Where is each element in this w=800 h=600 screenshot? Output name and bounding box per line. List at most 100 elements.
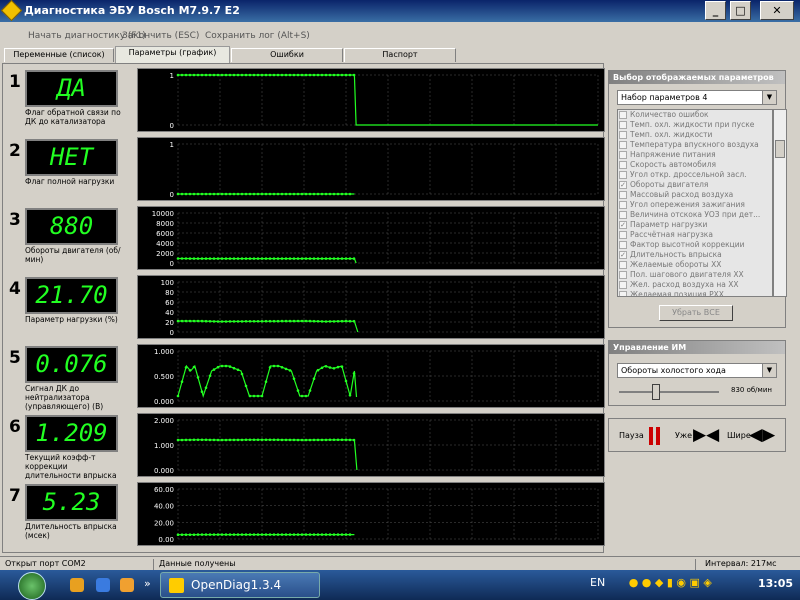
checkbox[interactable]: [619, 271, 627, 279]
slider-track[interactable]: [619, 391, 719, 393]
checkbox[interactable]: [619, 111, 627, 119]
param-list-item[interactable]: Количество ошибок: [618, 110, 772, 120]
checkbox[interactable]: [619, 201, 627, 209]
checkbox[interactable]: [619, 151, 627, 159]
checkbox[interactable]: [619, 121, 627, 129]
pause-icon[interactable]: [647, 427, 663, 445]
checkbox[interactable]: [619, 171, 627, 179]
param-list-item[interactable]: ✓ Обороты двигателя: [618, 180, 772, 190]
tab-variables[interactable]: Переменные (список): [4, 48, 114, 62]
data-point: [240, 257, 244, 260]
param-list-item[interactable]: Пол. шагового двигателя ХХ: [618, 270, 772, 280]
y-tick-label: 0.500: [154, 373, 174, 381]
data-point: [344, 73, 348, 77]
param-list-item[interactable]: Желаемые обороты ХХ: [618, 260, 772, 270]
start-button[interactable]: [18, 572, 46, 600]
taskbar-app-opendiag[interactable]: OpenDiag1.3.4: [160, 572, 320, 598]
param-list-item[interactable]: Темп. охл. жидкости при пуске: [618, 120, 772, 130]
narrow-icon[interactable]: ▶◀: [693, 425, 719, 445]
data-point: [268, 257, 272, 260]
slider-thumb[interactable]: [652, 384, 660, 400]
close-button[interactable]: ✕: [760, 1, 794, 20]
checkbox[interactable]: [619, 161, 627, 169]
data-point: [196, 192, 200, 196]
data-point: [264, 533, 268, 536]
data-point: [244, 192, 248, 196]
data-point: [228, 320, 232, 323]
param-list[interactable]: Количество ошибок Темп. охл. жидкости при…: [617, 109, 773, 297]
param-list-item[interactable]: Угол откр. дроссельной засл.: [618, 170, 772, 180]
param-list-item[interactable]: Напряжение питания: [618, 150, 772, 160]
actuator-select[interactable]: Обороты холостого хода ▼: [617, 363, 777, 378]
charts-panel: 1 ДА Флаг обратной связи по ДК до катализа…: [2, 63, 605, 553]
data-point: [176, 319, 180, 323]
wide-icon[interactable]: ◀▶: [749, 425, 775, 445]
system-tray: EN ● ● ◆ ▮ ◉ ▣ ◈: [590, 576, 712, 589]
checkbox[interactable]: ✓: [619, 221, 627, 229]
param-row: 3 880 Обороты двигателя (об/мин) 10000 8000 6…: [9, 204, 605, 272]
data-point: [212, 438, 216, 442]
data-point: [200, 390, 204, 393]
clear-all-button[interactable]: Убрать ВСЕ: [659, 305, 733, 321]
param-item-label: Темп. охл. жидкости при пуске: [630, 120, 755, 129]
chevron-down-icon[interactable]: ▼: [762, 91, 776, 104]
y-tick-label: 6000: [156, 230, 174, 238]
data-point: [344, 319, 348, 323]
param-chart: 2.000 1.000 0.000: [137, 413, 605, 477]
param-list-item[interactable]: Скорость автомобиля: [618, 160, 772, 170]
checkbox[interactable]: ✓: [619, 181, 627, 189]
checkbox[interactable]: [619, 291, 627, 296]
checkbox[interactable]: [619, 191, 627, 199]
overflow-chevron-icon[interactable]: »: [144, 577, 151, 590]
maximize-button[interactable]: □: [730, 1, 751, 20]
data-point: [196, 533, 200, 536]
lcd-value: 5.23: [25, 484, 118, 521]
param-list-item[interactable]: Фактор высотной коррекции: [618, 240, 772, 250]
y-tick-label: 40: [165, 309, 174, 317]
param-list-item[interactable]: Рассчётная нагрузка: [618, 230, 772, 240]
param-item-label: Рассчётная нагрузка: [630, 230, 713, 239]
checkbox[interactable]: [619, 241, 627, 249]
checkbox[interactable]: [619, 281, 627, 289]
param-list-item[interactable]: Угол опережения зажигания: [618, 200, 772, 210]
param-list-item[interactable]: Величина отскока УОЗ при дет...: [618, 210, 772, 220]
tab-chart[interactable]: Параметры (график): [115, 46, 230, 63]
data-point: [256, 192, 260, 196]
param-list-item[interactable]: Температура впускного воздуха: [618, 140, 772, 150]
data-point: [196, 257, 200, 260]
param-set-value: Набор параметров 4: [621, 93, 708, 102]
data-point: [232, 366, 236, 370]
browser-icon[interactable]: [120, 578, 134, 592]
data-point: [324, 320, 328, 323]
y-tick-label: 80: [165, 289, 174, 297]
param-list-item[interactable]: Темп. охл. жидкости: [618, 130, 772, 140]
scroll-thumb[interactable]: [775, 140, 785, 158]
tray-icons[interactable]: ● ● ◆ ▮ ◉ ▣ ◈: [629, 576, 712, 589]
tab-errors[interactable]: Ошибки: [231, 48, 343, 62]
checkbox[interactable]: [619, 261, 627, 269]
y-tick-label: 100: [161, 279, 174, 287]
menu-stop[interactable]: Закончить (ESC): [122, 31, 199, 41]
param-list-item[interactable]: ✓ Длительность впрыска: [618, 250, 772, 260]
menu-save-log[interactable]: Сохранить лог (Alt+S): [205, 31, 310, 41]
media-player-icon[interactable]: [96, 578, 110, 592]
param-item-label: Фактор высотной коррекции: [630, 240, 745, 249]
language-indicator[interactable]: EN: [590, 576, 605, 589]
minimize-button[interactable]: _: [705, 1, 726, 20]
param-list-item[interactable]: Желаемая позиция РХХ: [618, 290, 772, 296]
chevron-down-icon[interactable]: ▼: [762, 364, 776, 377]
data-point: [324, 257, 328, 260]
param-list-item[interactable]: Жел. расход воздуха на ХХ: [618, 280, 772, 290]
param-list-item[interactable]: ✓ Параметр нагрузки: [618, 220, 772, 230]
checkbox[interactable]: [619, 231, 627, 239]
param-list-scrollbar[interactable]: [773, 109, 787, 297]
checkbox[interactable]: [619, 131, 627, 139]
param-list-item[interactable]: Массовый расход воздуха: [618, 190, 772, 200]
folder-icon[interactable]: [70, 578, 84, 592]
checkbox[interactable]: [619, 211, 627, 219]
checkbox[interactable]: ✓: [619, 251, 627, 259]
param-set-select[interactable]: Набор параметров 4 ▼: [617, 90, 777, 105]
param-item-label: Напряжение питания: [630, 150, 716, 159]
checkbox[interactable]: [619, 141, 627, 149]
tab-passport[interactable]: Паспорт: [344, 48, 456, 62]
